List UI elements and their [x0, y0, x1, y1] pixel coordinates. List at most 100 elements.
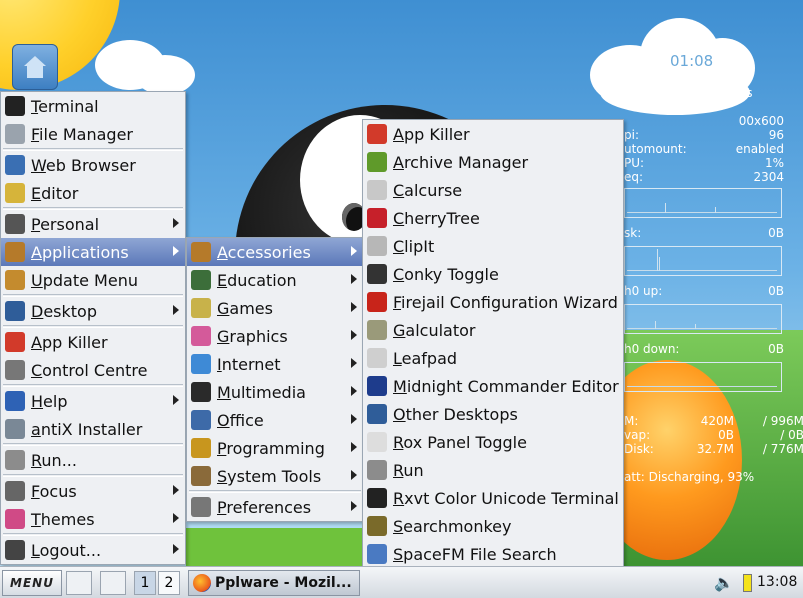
menu-item-editor[interactable]: Editor — [1, 179, 185, 207]
applications-icon — [5, 242, 25, 262]
programming-icon — [191, 438, 211, 458]
rox-panel-icon — [367, 432, 387, 452]
conky-row: Disk: 32.7M / 776M — [624, 442, 803, 456]
menu-item-label: Rox Panel Toggle — [393, 432, 527, 452]
submenu-arrow-icon — [351, 358, 357, 368]
focus-icon — [5, 481, 25, 501]
menu-item-label: Update Menu — [31, 270, 138, 290]
cloud-graphic — [135, 55, 195, 95]
main-menu: Terminal File Manager Web Browser Editor Per… — [0, 91, 186, 565]
download-graph — [624, 362, 782, 392]
taskbar-window-button[interactable]: Pplware - Mozil... — [188, 570, 360, 596]
menu-item-run[interactable]: Run... — [1, 446, 185, 474]
desktop-1-button[interactable]: 1 — [134, 571, 156, 595]
menu-item-leafpad[interactable]: Leafpad — [363, 344, 623, 372]
menu-item-label: Preferences — [217, 497, 312, 517]
show-desktop-icon[interactable] — [66, 571, 92, 595]
eject-icon[interactable] — [100, 571, 126, 595]
task-title: Pplware - Mozil... — [215, 575, 352, 591]
menu-item-help[interactable]: Help — [1, 387, 185, 415]
menu-item-label: Galculator — [393, 320, 476, 340]
menu-item-firejail-configuration-wizard[interactable]: Firejail Configuration Wizard — [363, 288, 623, 316]
submenu-arrow-icon — [173, 485, 179, 495]
menu-item-applications[interactable]: Applications — [1, 238, 185, 266]
menu-item-midnight-commander-editor[interactable]: Midnight Commander Editor — [363, 372, 623, 400]
menu-item-searchmonkey[interactable]: Searchmonkey — [363, 512, 623, 540]
menu-item-label: Multimedia — [217, 382, 306, 402]
menu-item-system-tools[interactable]: System Tools — [187, 462, 363, 490]
conky-value: 0B — [768, 284, 784, 298]
menu-item-other-desktops[interactable]: Other Desktops — [363, 400, 623, 428]
menu-item-label: antiX Installer — [31, 419, 143, 439]
menu-item-themes[interactable]: Themes — [1, 505, 185, 533]
menu-item-label: Logout... — [31, 540, 102, 560]
menu-button[interactable]: MENU — [2, 570, 62, 596]
menu-item-desktop[interactable]: Desktop — [1, 297, 185, 325]
conky-value: enabled — [735, 142, 784, 156]
conky-value: 00x600 — [738, 114, 784, 128]
home-folder-icon[interactable] — [12, 44, 58, 90]
menu-item-label: Web Browser — [31, 155, 136, 175]
menu-item-app-killer[interactable]: App Killer — [1, 328, 185, 356]
menu-item-logout[interactable]: Logout... — [1, 536, 185, 564]
menu-item-app-killer[interactable]: App Killer — [363, 120, 623, 148]
menu-item-control-centre[interactable]: Control Centre — [1, 356, 185, 384]
conky-label: ss — [740, 86, 753, 100]
menu-item-focus[interactable]: Focus — [1, 477, 185, 505]
menu-item-graphics[interactable]: Graphics — [187, 322, 363, 350]
graphics-icon — [191, 326, 211, 346]
menu-item-file-manager[interactable]: File Manager — [1, 120, 185, 148]
menu-item-preferences[interactable]: Preferences — [187, 493, 363, 521]
conky-row: h0 down: 0B — [624, 342, 784, 356]
menu-item-personal[interactable]: Personal — [1, 210, 185, 238]
menu-item-conky-toggle[interactable]: Conky Toggle — [363, 260, 623, 288]
taskbar: MENU 1 2 Pplware - Mozil... 🔈 13:08 — [0, 566, 803, 598]
submenu-arrow-icon — [173, 395, 179, 405]
menu-item-office[interactable]: Office — [187, 406, 363, 434]
desktop-2-button[interactable]: 2 — [158, 571, 180, 595]
menu-item-antix-installer[interactable]: antiX Installer — [1, 415, 185, 443]
conky-label: eq: — [624, 170, 644, 184]
menu-item-programming[interactable]: Programming — [187, 434, 363, 462]
menu-item-terminal[interactable]: Terminal — [1, 92, 185, 120]
menu-item-web-browser[interactable]: Web Browser — [1, 151, 185, 179]
menu-item-education[interactable]: Education — [187, 266, 363, 294]
menu-item-label: Control Centre — [31, 360, 148, 380]
menu-item-clipit[interactable]: ClipIt — [363, 232, 623, 260]
desktop-icon — [5, 301, 25, 321]
themes-icon — [5, 509, 25, 529]
menu-item-accessories[interactable]: Accessories — [187, 238, 363, 266]
menu-item-rox-panel-toggle[interactable]: Rox Panel Toggle — [363, 428, 623, 456]
menu-item-games[interactable]: Games — [187, 294, 363, 322]
conky-value: / 996M — [762, 414, 803, 428]
file-manager-icon — [5, 124, 25, 144]
menu-item-spacefm-file-search[interactable]: SpaceFM File Search — [363, 540, 623, 568]
menu-item-multimedia[interactable]: Multimedia — [187, 378, 363, 406]
menu-item-label: Run... — [31, 450, 77, 470]
conky-toggle-icon — [367, 264, 387, 284]
battery-icon[interactable] — [743, 574, 752, 592]
menu-item-label: CherryTree — [393, 208, 480, 228]
submenu-arrow-icon — [351, 274, 357, 284]
volume-icon[interactable]: 🔈 — [714, 573, 734, 592]
menu-item-label: ClipIt — [393, 236, 435, 256]
conky-value: / 776M — [762, 442, 803, 456]
grass-strip-graphic — [186, 528, 362, 566]
submenu-arrow-icon — [351, 386, 357, 396]
menu-item-galculator[interactable]: Galculator — [363, 316, 623, 344]
menu-item-label: Midnight Commander Editor — [393, 376, 619, 396]
preferences-icon — [191, 497, 211, 517]
menu-item-label: Programming — [217, 438, 325, 458]
menu-item-rxvt-color-unicode-terminal[interactable]: Rxvt Color Unicode Terminal — [363, 484, 623, 512]
menu-item-internet[interactable]: Internet — [187, 350, 363, 378]
firefox-icon — [193, 574, 211, 592]
conky-label: M: — [624, 414, 639, 428]
menu-item-run[interactable]: Run — [363, 456, 623, 484]
menu-item-update-menu[interactable]: Update Menu — [1, 266, 185, 294]
menu-item-calcurse[interactable]: Calcurse — [363, 176, 623, 204]
menu-item-label: Focus — [31, 481, 77, 501]
menu-item-archive-manager[interactable]: Archive Manager — [363, 148, 623, 176]
control-centre-icon — [5, 360, 25, 380]
conky-row: att: Discharging, 93% — [624, 470, 803, 484]
menu-item-cherrytree[interactable]: CherryTree — [363, 204, 623, 232]
